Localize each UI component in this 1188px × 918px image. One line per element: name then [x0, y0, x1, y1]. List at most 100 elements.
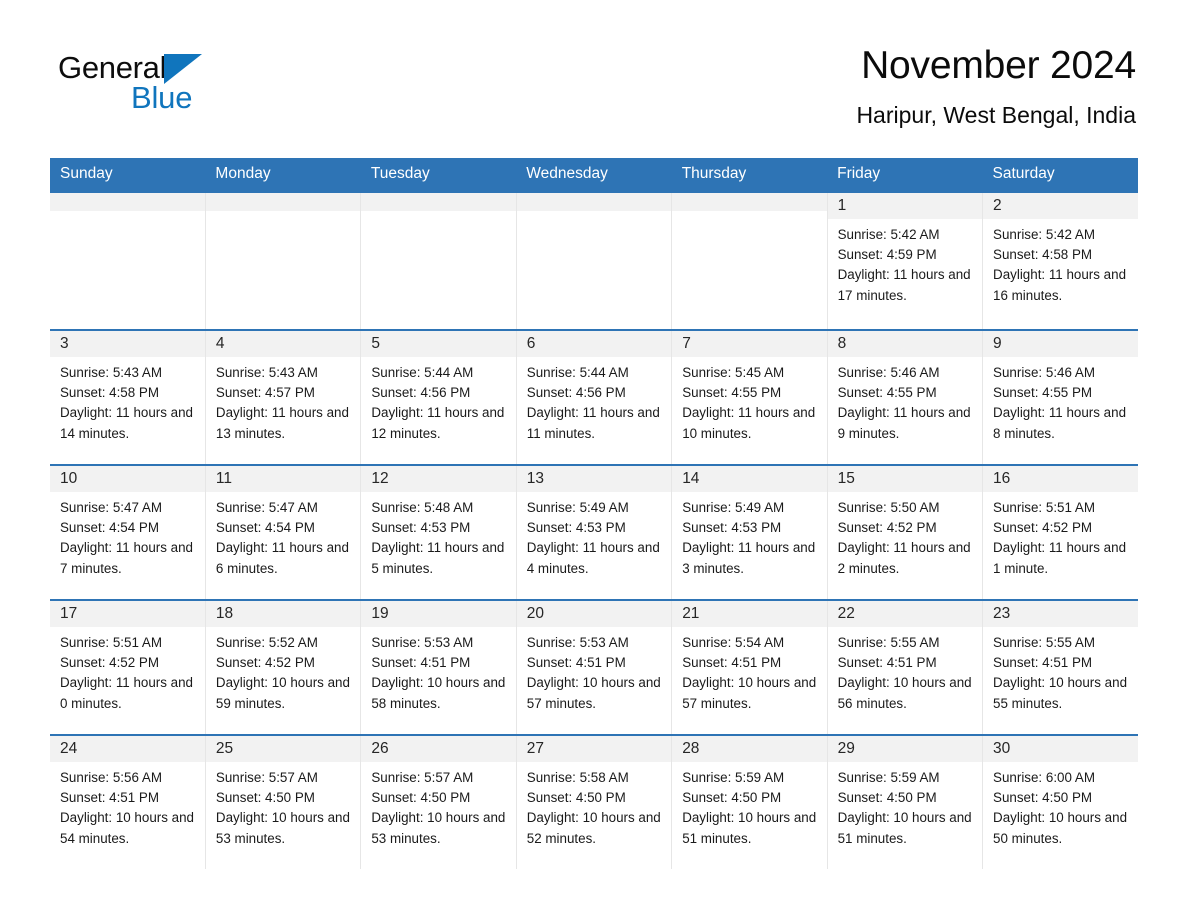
sunset-text: Sunset: 4:52 PM	[837, 520, 937, 536]
calendar-page: General Blue November 2024 Haripur, West…	[0, 0, 1188, 918]
calendar-day-cell[interactable]: 6 Sunrise: 5:44 AM Sunset: 4:56 PM Daylight…	[515, 329, 672, 465]
day-details: Sunrise: 5:47 AM Sunset: 4:54 PM Daylight:…	[206, 492, 360, 579]
daylight-text: Daylight: 11 hours and 7 minutes.	[60, 540, 193, 576]
day-number: 7	[672, 331, 827, 358]
calendar-container: Sunday Monday Tuesday Wednesday Thursday Frid…	[50, 158, 1138, 869]
day-details: Sunrise: 5:50 AM Sunset: 4:52 PM Daylight:…	[828, 492, 982, 579]
calendar-day-cell[interactable]: 30 Sunrise: 6:00 AM Sunset: 4:50 PM Dayligh…	[982, 734, 1138, 869]
day-number: 22	[827, 601, 983, 628]
sunset-text: Sunset: 4:52 PM	[993, 520, 1093, 536]
calendar-day-cell[interactable]: 28 Sunrise: 5:59 AM Sunset: 4:50 PM Dayligh…	[671, 734, 828, 869]
day-details: Sunrise: 5:53 AM Sunset: 4:51 PM Daylight:…	[517, 627, 671, 714]
sunrise-text: Sunrise: 5:43 AM	[60, 365, 162, 381]
calendar-day-cell-empty	[50, 191, 206, 330]
calendar-day-cell[interactable]: 26 Sunrise: 5:57 AM Sunset: 4:50 PM Dayligh…	[360, 734, 517, 869]
day-details: Sunrise: 5:49 AM Sunset: 4:53 PM Daylight:…	[672, 492, 826, 579]
day-number: 25	[205, 736, 361, 763]
day-details: Sunrise: 5:46 AM Sunset: 4:55 PM Daylight:…	[983, 357, 1138, 444]
day-details: Sunrise: 5:43 AM Sunset: 4:57 PM Daylight:…	[206, 357, 360, 444]
calendar-day-cell[interactable]: 19 Sunrise: 5:53 AM Sunset: 4:51 PM Dayligh…	[360, 599, 517, 735]
sunset-text: Sunset: 4:51 PM	[526, 655, 626, 671]
daylight-text: Daylight: 11 hours and 4 minutes.	[526, 540, 660, 576]
calendar-day-cell[interactable]: 8 Sunrise: 5:46 AM Sunset: 4:55 PM Daylight…	[826, 329, 983, 465]
sunset-text: Sunset: 4:51 PM	[837, 655, 937, 671]
calendar-day-cell[interactable]: 10 Sunrise: 5:47 AM Sunset: 4:54 PM Dayligh…	[50, 464, 206, 600]
calendar-day-cell[interactable]: 11 Sunrise: 5:47 AM Sunset: 4:54 PM Dayligh…	[204, 464, 361, 600]
daylight-text: Daylight: 11 hours and 14 minutes.	[60, 405, 193, 441]
day-number: 6	[516, 331, 672, 358]
daylight-text: Daylight: 11 hours and 11 minutes.	[526, 405, 660, 441]
calendar-day-cell[interactable]: 1 Sunrise: 5:42 AM Sunset: 4:59 PM Daylight…	[826, 191, 983, 330]
calendar-day-cell[interactable]: 22 Sunrise: 5:55 AM Sunset: 4:51 PM Dayligh…	[826, 599, 983, 735]
sunset-text: Sunset: 4:53 PM	[371, 520, 471, 536]
calendar-day-cell[interactable]: 16 Sunrise: 5:51 AM Sunset: 4:52 PM Dayligh…	[982, 464, 1138, 600]
day-details: Sunrise: 5:57 AM Sunset: 4:50 PM Daylight:…	[361, 762, 515, 849]
day-number: 16	[983, 466, 1138, 493]
day-number	[516, 193, 672, 211]
sunrise-text: Sunrise: 5:48 AM	[371, 500, 474, 516]
day-details: Sunrise: 5:55 AM Sunset: 4:51 PM Daylight:…	[983, 627, 1138, 714]
calendar-day-cell[interactable]: 3 Sunrise: 5:43 AM Sunset: 4:58 PM Daylight…	[50, 329, 206, 465]
day-details: Sunrise: 5:46 AM Sunset: 4:55 PM Daylight:…	[828, 357, 982, 444]
calendar-week-row: 10 Sunrise: 5:47 AM Sunset: 4:54 PM Dayligh…	[50, 464, 1138, 600]
sunset-text: Sunset: 4:58 PM	[60, 385, 159, 401]
calendar-day-cell[interactable]: 18 Sunrise: 5:52 AM Sunset: 4:52 PM Dayligh…	[204, 599, 361, 735]
calendar-day-cell[interactable]: 21 Sunrise: 5:54 AM Sunset: 4:51 PM Dayligh…	[671, 599, 828, 735]
daylight-text: Daylight: 10 hours and 55 minutes.	[993, 675, 1128, 711]
sunset-text: Sunset: 4:58 PM	[993, 247, 1093, 263]
sunrise-text: Sunrise: 5:59 AM	[682, 770, 785, 786]
sunrise-text: Sunrise: 5:47 AM	[60, 500, 162, 516]
calendar-day-cell[interactable]: 24 Sunrise: 5:56 AM Sunset: 4:51 PM Dayligh…	[50, 734, 206, 869]
day-number: 17	[50, 601, 205, 628]
calendar-day-cell[interactable]: 15 Sunrise: 5:50 AM Sunset: 4:52 PM Dayligh…	[826, 464, 983, 600]
daylight-text: Daylight: 10 hours and 54 minutes.	[60, 810, 194, 846]
sunrise-text: Sunrise: 5:42 AM	[993, 227, 1096, 243]
weekday-header-row: Sunday Monday Tuesday Wednesday Thursday Frid…	[50, 158, 1138, 192]
sunrise-text: Sunrise: 5:44 AM	[526, 365, 629, 381]
calendar-day-cell[interactable]: 13 Sunrise: 5:49 AM Sunset: 4:53 PM Dayligh…	[515, 464, 672, 600]
calendar-day-cell[interactable]: 17 Sunrise: 5:51 AM Sunset: 4:52 PM Dayligh…	[50, 599, 206, 735]
calendar-day-cell[interactable]: 20 Sunrise: 5:53 AM Sunset: 4:51 PM Dayligh…	[515, 599, 672, 735]
calendar-day-cell[interactable]: 9 Sunrise: 5:46 AM Sunset: 4:55 PM Daylight…	[982, 329, 1138, 465]
daylight-text: Daylight: 10 hours and 53 minutes.	[215, 810, 350, 846]
day-number: 24	[50, 736, 205, 763]
calendar-day-cell[interactable]: 27 Sunrise: 5:58 AM Sunset: 4:50 PM Dayligh…	[515, 734, 672, 869]
day-details: Sunrise: 5:58 AM Sunset: 4:50 PM Daylight:…	[517, 762, 671, 849]
daylight-text: Daylight: 11 hours and 0 minutes.	[60, 675, 193, 711]
sunrise-text: Sunrise: 5:47 AM	[215, 500, 318, 516]
day-details: Sunrise: 5:47 AM Sunset: 4:54 PM Daylight:…	[50, 492, 205, 579]
calendar-day-cell[interactable]: 23 Sunrise: 5:55 AM Sunset: 4:51 PM Dayligh…	[982, 599, 1138, 735]
day-details: Sunrise: 5:55 AM Sunset: 4:51 PM Daylight:…	[828, 627, 982, 714]
sunrise-text: Sunrise: 5:53 AM	[371, 635, 474, 651]
day-number: 12	[361, 466, 516, 493]
day-details: Sunrise: 5:48 AM Sunset: 4:53 PM Daylight:…	[361, 492, 515, 579]
calendar-day-cell[interactable]: 25 Sunrise: 5:57 AM Sunset: 4:50 PM Dayligh…	[204, 734, 361, 869]
calendar-day-cell[interactable]: 2 Sunrise: 5:42 AM Sunset: 4:58 PM Daylight…	[982, 191, 1138, 330]
brand-logo[interactable]: General Blue	[58, 52, 298, 122]
calendar-day-cell[interactable]: 7 Sunrise: 5:45 AM Sunset: 4:55 PM Daylight…	[671, 329, 828, 465]
sunrise-text: Sunrise: 5:51 AM	[993, 500, 1096, 516]
day-details: Sunrise: 5:59 AM Sunset: 4:50 PM Daylight:…	[672, 762, 826, 849]
title-block: November 2024 Haripur, West Bengal, Indi…	[856, 44, 1136, 128]
day-number: 28	[672, 736, 827, 763]
calendar-day-cell[interactable]: 14 Sunrise: 5:49 AM Sunset: 4:53 PM Dayligh…	[671, 464, 828, 600]
calendar-day-cell[interactable]: 29 Sunrise: 5:59 AM Sunset: 4:50 PM Dayligh…	[826, 734, 983, 869]
day-number: 10	[50, 466, 205, 493]
calendar-day-cell[interactable]: 5 Sunrise: 5:44 AM Sunset: 4:56 PM Daylight…	[360, 329, 517, 465]
location-subtitle: Haripur, West Bengal, India	[856, 101, 1136, 128]
sunrise-text: Sunrise: 5:57 AM	[371, 770, 474, 786]
day-number: 18	[205, 601, 361, 628]
sunset-text: Sunset: 4:53 PM	[682, 520, 782, 536]
page-title: November 2024	[861, 44, 1136, 87]
day-details: Sunrise: 5:42 AM Sunset: 4:58 PM Daylight:…	[983, 219, 1138, 306]
calendar-day-cell-empty	[671, 191, 828, 330]
sunrise-text: Sunrise: 5:59 AM	[837, 770, 940, 786]
calendar-day-cell[interactable]: 12 Sunrise: 5:48 AM Sunset: 4:53 PM Dayligh…	[360, 464, 517, 600]
sunrise-text: Sunrise: 5:49 AM	[682, 500, 785, 516]
weekday-header-wednesday: Wednesday	[516, 158, 672, 192]
calendar-day-cell-empty	[515, 191, 672, 330]
day-details: Sunrise: 5:57 AM Sunset: 4:50 PM Daylight:…	[206, 762, 360, 849]
day-details: Sunrise: 5:52 AM Sunset: 4:52 PM Daylight:…	[206, 627, 360, 714]
calendar-day-cell[interactable]: 4 Sunrise: 5:43 AM Sunset: 4:57 PM Daylight…	[204, 329, 361, 465]
day-number: 13	[516, 466, 672, 493]
